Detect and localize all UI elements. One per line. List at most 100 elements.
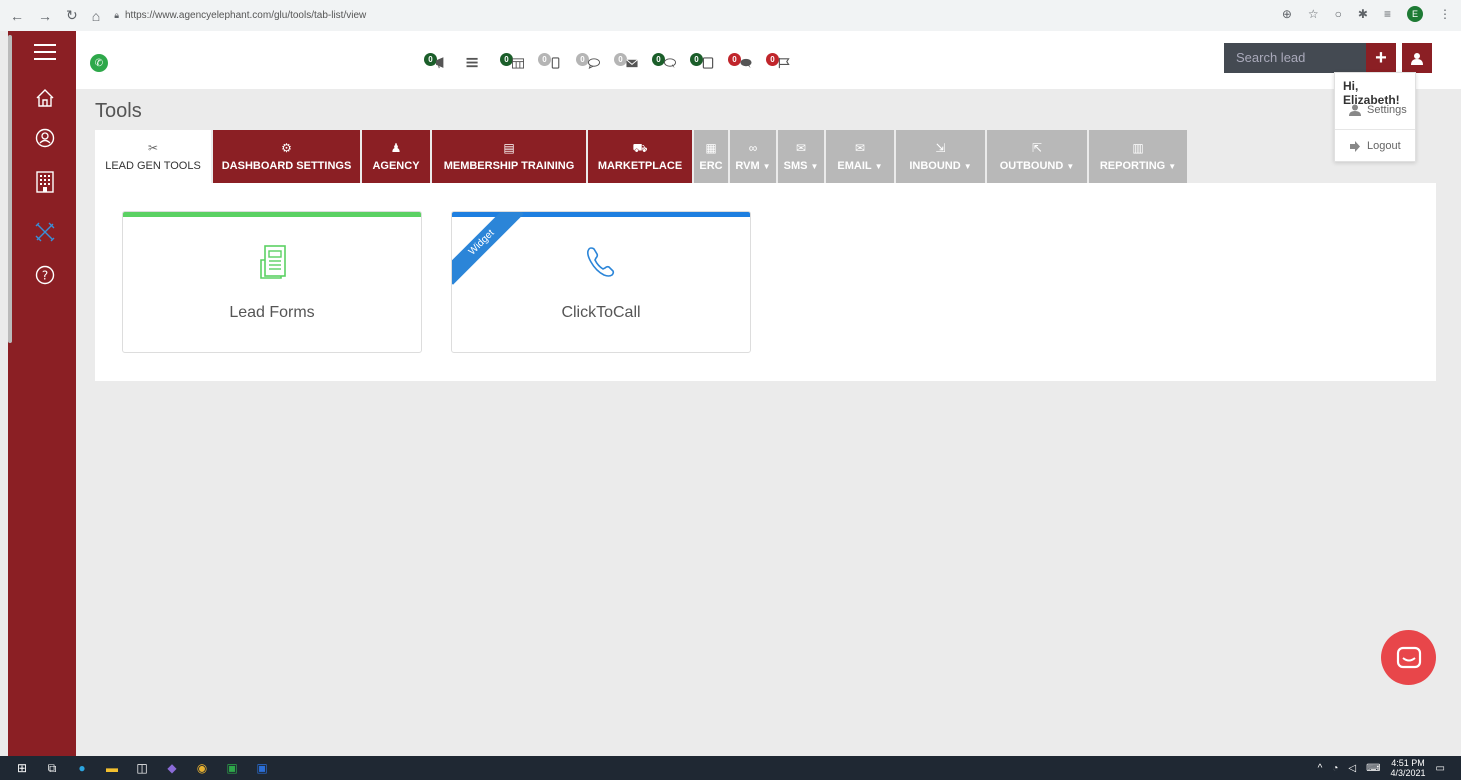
notification-item[interactable]: 0 bbox=[652, 53, 680, 71]
tab-lead-gen-tools[interactable]: ✂ LEAD GEN TOOLS bbox=[95, 130, 211, 183]
system-clock[interactable]: 4:51 PM 4/3/2021 bbox=[1391, 758, 1426, 778]
chat-bubble-icon bbox=[588, 58, 600, 69]
notification-center-icon[interactable]: ▭ bbox=[1436, 763, 1445, 774]
settings-label: Settings bbox=[1367, 104, 1407, 116]
network-icon[interactable]: ◔ bbox=[1332, 763, 1338, 774]
forward-icon[interactable]: → bbox=[38, 8, 52, 24]
address-bar[interactable]: 🔒︎ https://www.agencyelephant.com/glu/to… bbox=[114, 6, 1364, 26]
caret-down-icon: ▼ bbox=[1168, 162, 1177, 171]
chat-widget-button[interactable] bbox=[1381, 630, 1436, 685]
tab-marketplace[interactable]: ⛟ MARKETPLACE bbox=[588, 130, 692, 183]
home-icon[interactable] bbox=[34, 87, 56, 109]
reading-list-icon[interactable]: ≡ bbox=[1384, 7, 1391, 21]
tab-outbound[interactable]: ⇱ OUTBOUND ▼ bbox=[987, 130, 1087, 183]
left-sidebar: ? bbox=[8, 31, 76, 756]
help-icon[interactable]: ? bbox=[34, 264, 56, 286]
windows-taskbar: ⊞ ⧉ ● ▬ ◫ ◆ ◉ ▣ ▣ ^ ◔ ◁ ⌨ 4:51 PM 4/3/20… bbox=[0, 756, 1461, 780]
notification-item[interactable]: 0 bbox=[500, 53, 528, 71]
logout-menu-item[interactable]: Logout bbox=[1335, 135, 1415, 157]
excel-icon[interactable]: ▣ bbox=[224, 760, 240, 776]
notification-item[interactable]: 0 bbox=[538, 53, 566, 71]
list-icon bbox=[466, 57, 478, 68]
tools-panel: Lead Forms Widget ClickToCall bbox=[95, 183, 1436, 381]
widget-ribbon: Widget bbox=[452, 212, 524, 285]
tab-label: INBOUND ▼ bbox=[909, 160, 972, 172]
extension-circle-icon[interactable]: ○ bbox=[1335, 7, 1342, 21]
lead-forms-card[interactable]: Lead Forms bbox=[122, 211, 422, 353]
windows-start-icon[interactable]: ⊞ bbox=[14, 760, 30, 776]
tab-sms[interactable]: ✉ SMS ▼ bbox=[778, 130, 824, 183]
caret-down-icon: ▼ bbox=[874, 162, 883, 171]
tools-icon[interactable] bbox=[34, 221, 56, 243]
tools-icon: ✂ bbox=[147, 141, 159, 155]
system-tray: ^ ◔ ◁ ⌨ 4:51 PM 4/3/2021 ▭ bbox=[1318, 758, 1445, 778]
chat-icon bbox=[1396, 646, 1421, 668]
volume-icon[interactable]: ◁ bbox=[1348, 763, 1356, 774]
store-icon[interactable]: ◫ bbox=[134, 760, 150, 776]
tab-agency[interactable]: ♟ AGENCY bbox=[362, 130, 430, 183]
clock-date: 4/3/2021 bbox=[1390, 768, 1426, 778]
menu-kebab-icon[interactable]: ⋮ bbox=[1439, 7, 1451, 21]
back-icon[interactable]: ← bbox=[10, 8, 24, 24]
keyboard-icon[interactable]: ⌨ bbox=[1366, 763, 1380, 774]
search-lead-input[interactable]: Search lead bbox=[1224, 43, 1366, 73]
tab-dashboard-settings[interactable]: ⚙ DASHBOARD SETTINGS bbox=[213, 130, 360, 183]
browser-nav: ← → ↻ ⌂ bbox=[0, 7, 100, 24]
word-icon[interactable]: ▣ bbox=[254, 760, 270, 776]
flag-icon bbox=[778, 57, 790, 69]
tab-reporting[interactable]: ▥ REPORTING ▼ bbox=[1089, 130, 1187, 183]
app-icon[interactable]: ◆ bbox=[164, 760, 180, 776]
file-explorer-icon[interactable]: ▬ bbox=[104, 760, 120, 776]
tab-erc[interactable]: ▦ ERC bbox=[694, 130, 728, 183]
tab-inbound[interactable]: ⇲ INBOUND ▼ bbox=[896, 130, 985, 183]
building-icon[interactable] bbox=[34, 171, 56, 193]
users-icon: ♟ bbox=[390, 141, 402, 155]
notification-item[interactable] bbox=[462, 53, 490, 71]
notification-item[interactable]: 0 bbox=[576, 53, 604, 71]
lock-icon: 🔒︎ bbox=[114, 10, 119, 20]
form-icon bbox=[260, 245, 286, 279]
tab-membership-training[interactable]: ▤ MEMBERSHIP TRAINING bbox=[432, 130, 586, 183]
browser-toolbar: ⊕ ☆ ○ ✱ ≡ E ⋮ bbox=[1282, 6, 1451, 22]
caret-down-icon: ▼ bbox=[762, 162, 771, 171]
tab-label: MEMBERSHIP TRAINING bbox=[443, 160, 575, 172]
notification-item[interactable]: 0 bbox=[766, 53, 794, 71]
task-view-icon[interactable]: ⧉ bbox=[44, 760, 60, 776]
tab-rvm[interactable]: ∞ RVM ▼ bbox=[730, 130, 776, 183]
notification-item[interactable]: 0 bbox=[690, 53, 718, 71]
tab-email[interactable]: ✉ EMAIL ▼ bbox=[826, 130, 894, 183]
notification-item[interactable]: 0 bbox=[614, 53, 642, 71]
click-to-call-card[interactable]: Widget ClickToCall bbox=[451, 211, 751, 353]
url-text: https://www.agencyelephant.com/glu/tools… bbox=[125, 10, 367, 21]
notification-item[interactable]: 0 bbox=[728, 53, 756, 71]
tab-label: EMAIL ▼ bbox=[837, 160, 883, 172]
add-button[interactable]: + bbox=[1366, 43, 1396, 73]
top-header: ✆ 000000000 Search lead + bbox=[76, 31, 1461, 89]
svg-text:?: ? bbox=[42, 269, 48, 283]
tab-label: DASHBOARD SETTINGS bbox=[221, 160, 352, 172]
voicemail-icon: ∞ bbox=[748, 141, 758, 155]
sidebar-scrollbar[interactable] bbox=[8, 35, 12, 343]
star-icon[interactable]: ☆ bbox=[1308, 7, 1319, 21]
tab-label: RVM ▼ bbox=[735, 160, 771, 172]
user-menu-button[interactable] bbox=[1402, 43, 1432, 73]
hamburger-menu-icon[interactable] bbox=[34, 41, 56, 63]
user-icon bbox=[1349, 104, 1361, 116]
caret-down-icon: ▼ bbox=[1066, 162, 1075, 171]
reload-icon[interactable]: ↻ bbox=[66, 7, 78, 24]
notification-item[interactable]: 0 bbox=[424, 53, 452, 71]
book-icon: ▤ bbox=[503, 141, 515, 155]
edge-icon[interactable]: ● bbox=[74, 760, 90, 776]
megaphone-icon bbox=[436, 57, 444, 69]
phone-status-icon[interactable]: ✆ bbox=[90, 54, 108, 72]
settings-menu-item[interactable]: Settings bbox=[1335, 99, 1415, 121]
tab-label: AGENCY bbox=[372, 160, 420, 172]
profile-avatar[interactable]: E bbox=[1407, 6, 1423, 22]
home-icon[interactable]: ⌂ bbox=[92, 8, 100, 24]
zoom-icon[interactable]: ⊕ bbox=[1282, 7, 1292, 21]
chrome-icon[interactable]: ◉ bbox=[194, 760, 210, 776]
user-circle-icon[interactable] bbox=[34, 127, 56, 149]
puzzle-icon[interactable]: ✱ bbox=[1358, 7, 1368, 21]
tray-chevron-icon[interactable]: ^ bbox=[1318, 763, 1323, 774]
phone-icon bbox=[587, 247, 615, 277]
